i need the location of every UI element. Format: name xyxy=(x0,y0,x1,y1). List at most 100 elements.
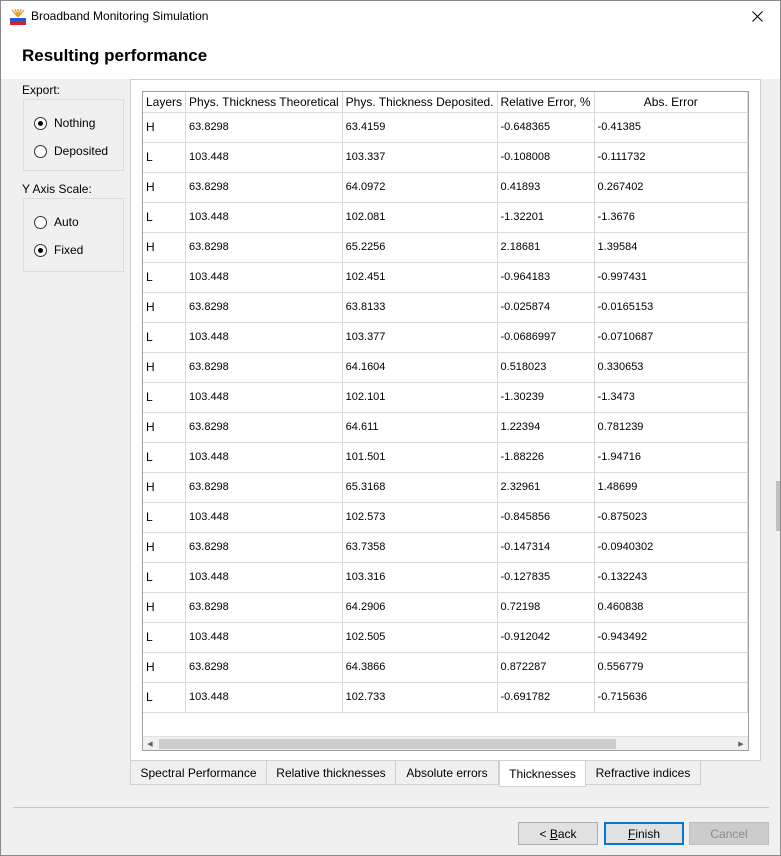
table-cell[interactable]: H xyxy=(143,412,187,443)
table-row[interactable]: H 63.8298 63.8133 -0.025874 -0.0165153 xyxy=(143,292,748,323)
radio-indicator[interactable] xyxy=(34,116,47,130)
column-header-theoretical[interactable]: Phys. Thickness Theoretical xyxy=(185,92,343,113)
table-cell[interactable]: 63.7358 xyxy=(342,532,498,563)
table-cell[interactable]: -1.30239 xyxy=(497,382,595,413)
export-nothing-radio[interactable]: Nothing xyxy=(34,115,95,131)
table-cell[interactable]: H xyxy=(143,352,187,383)
table-cell[interactable]: 102.573 xyxy=(342,502,498,533)
table-row[interactable]: L 103.448 102.081 -1.32201 -1.3676 xyxy=(143,202,748,233)
table-cell[interactable]: -0.0686997 xyxy=(497,322,595,353)
table-cell[interactable]: 1.48699 xyxy=(594,472,748,503)
table-cell[interactable]: H xyxy=(143,592,187,623)
table-cell[interactable]: 63.8298 xyxy=(185,652,343,683)
export-deposited-radio[interactable]: Deposited xyxy=(34,143,108,159)
table-cell[interactable]: 63.8298 xyxy=(185,352,343,383)
table-cell[interactable]: 63.8298 xyxy=(185,472,343,503)
radio-indicator[interactable] xyxy=(34,144,47,158)
table-cell[interactable]: H xyxy=(143,112,187,143)
table-cell[interactable]: -1.3473 xyxy=(594,382,748,413)
table-cell[interactable]: 103.377 xyxy=(342,322,498,353)
column-header-relative-error[interactable]: Relative Error, % xyxy=(497,92,595,113)
table-cell[interactable]: -0.691782 xyxy=(497,682,595,713)
table-cell[interactable]: L xyxy=(143,382,187,413)
table-cell[interactable]: 103.316 xyxy=(342,562,498,593)
table-cell[interactable]: 64.3866 xyxy=(342,652,498,683)
table-cell[interactable]: H xyxy=(143,652,187,683)
table-cell[interactable]: L xyxy=(143,622,187,653)
table-cell[interactable]: 63.4159 xyxy=(342,112,498,143)
table-row[interactable]: L 103.448 103.316 -0.127835 -0.132243 xyxy=(143,562,748,593)
table-cell[interactable]: 103.448 xyxy=(185,322,343,353)
table-cell[interactable]: 102.101 xyxy=(342,382,498,413)
table-cell[interactable]: 103.337 xyxy=(342,142,498,173)
tab-refractive-indices[interactable]: Refractive indices xyxy=(585,761,701,785)
table-cell[interactable]: 102.505 xyxy=(342,622,498,653)
table-row[interactable]: L 103.448 101.501 -1.88226 -1.94716 xyxy=(143,442,748,473)
table-cell[interactable]: 63.8298 xyxy=(185,112,343,143)
table-cell[interactable]: -1.3676 xyxy=(594,202,748,233)
tab-spectral-performance[interactable]: Spectral Performance xyxy=(130,761,267,785)
table-cell[interactable]: 63.8298 xyxy=(185,592,343,623)
y-axis-fixed-radio[interactable]: Fixed xyxy=(34,242,83,258)
table-row[interactable]: H 63.8298 63.4159 -0.648365 -0.41385 xyxy=(143,112,748,143)
table-row[interactable]: H 63.8298 65.2256 2.18681 1.39584 xyxy=(143,232,748,263)
table-cell[interactable]: L xyxy=(143,322,187,353)
table-row[interactable]: L 103.448 102.451 -0.964183 -0.997431 xyxy=(143,262,748,293)
table-row[interactable]: H 63.8298 64.2906 0.72198 0.460838 xyxy=(143,592,748,623)
table-row[interactable]: H 63.8298 64.1604 0.518023 0.330653 xyxy=(143,352,748,383)
table-cell[interactable]: L xyxy=(143,142,187,173)
scroll-left-icon[interactable]: ◀ xyxy=(143,737,157,751)
table-row[interactable]: H 63.8298 64.0972 0.41893 0.267402 xyxy=(143,172,748,203)
table-cell[interactable]: 0.872287 xyxy=(497,652,595,683)
table-cell[interactable]: 1.22394 xyxy=(497,412,595,443)
table-cell[interactable]: 103.448 xyxy=(185,622,343,653)
table-row[interactable]: L 103.448 103.377 -0.0686997 -0.0710687 xyxy=(143,322,748,353)
table-cell[interactable]: H xyxy=(143,472,187,503)
table-row[interactable]: H 63.8298 63.7358 -0.147314 -0.0940302 xyxy=(143,532,748,563)
table-cell[interactable]: 65.2256 xyxy=(342,232,498,263)
horizontal-scrollbar[interactable]: ◀ ▶ xyxy=(143,736,748,750)
table-cell[interactable]: 103.448 xyxy=(185,382,343,413)
table-cell[interactable]: L xyxy=(143,562,187,593)
table-cell[interactable]: H xyxy=(143,292,187,323)
radio-indicator[interactable] xyxy=(34,215,47,229)
close-button[interactable] xyxy=(734,1,780,32)
table-cell[interactable]: 64.611 xyxy=(342,412,498,443)
table-cell[interactable]: 102.733 xyxy=(342,682,498,713)
y-axis-auto-radio[interactable]: Auto xyxy=(34,214,79,230)
table-cell[interactable]: 0.330653 xyxy=(594,352,748,383)
thickness-table[interactable]: Layers Phys. Thickness Theoretical Phys.… xyxy=(142,91,749,751)
back-button[interactable]: < Back xyxy=(518,822,598,845)
table-cell[interactable]: 103.448 xyxy=(185,562,343,593)
table-cell[interactable]: 65.3168 xyxy=(342,472,498,503)
table-cell[interactable]: -0.875023 xyxy=(594,502,748,533)
table-cell[interactable]: 63.8133 xyxy=(342,292,498,323)
table-cell[interactable]: 63.8298 xyxy=(185,292,343,323)
table-row[interactable]: H 63.8298 64.3866 0.872287 0.556779 xyxy=(143,652,748,683)
table-cell[interactable]: 64.0972 xyxy=(342,172,498,203)
table-cell[interactable]: 0.460838 xyxy=(594,592,748,623)
table-cell[interactable]: 102.081 xyxy=(342,202,498,233)
table-row[interactable]: H 63.8298 64.611 1.22394 0.781239 xyxy=(143,412,748,443)
table-cell[interactable]: -0.715636 xyxy=(594,682,748,713)
table-cell[interactable]: -0.648365 xyxy=(497,112,595,143)
table-cell[interactable]: L xyxy=(143,262,187,293)
table-row[interactable]: L 103.448 102.573 -0.845856 -0.875023 xyxy=(143,502,748,533)
table-cell[interactable]: 103.448 xyxy=(185,502,343,533)
table-cell[interactable]: -0.127835 xyxy=(497,562,595,593)
table-cell[interactable]: 0.781239 xyxy=(594,412,748,443)
column-header-deposited[interactable]: Phys. Thickness Deposited. xyxy=(342,92,498,113)
table-cell[interactable]: -0.997431 xyxy=(594,262,748,293)
table-cell[interactable]: 63.8298 xyxy=(185,172,343,203)
table-cell[interactable]: -0.108008 xyxy=(497,142,595,173)
table-cell[interactable]: 103.448 xyxy=(185,142,343,173)
table-cell[interactable]: H xyxy=(143,172,187,203)
table-cell[interactable]: L xyxy=(143,442,187,473)
table-cell[interactable]: 63.8298 xyxy=(185,232,343,263)
cancel-button[interactable]: Cancel xyxy=(689,822,769,845)
table-cell[interactable]: 2.32961 xyxy=(497,472,595,503)
table-cell[interactable]: -0.845856 xyxy=(497,502,595,533)
table-cell[interactable]: -0.132243 xyxy=(594,562,748,593)
table-cell[interactable]: -0.0940302 xyxy=(594,532,748,563)
table-cell[interactable]: 0.41893 xyxy=(497,172,595,203)
